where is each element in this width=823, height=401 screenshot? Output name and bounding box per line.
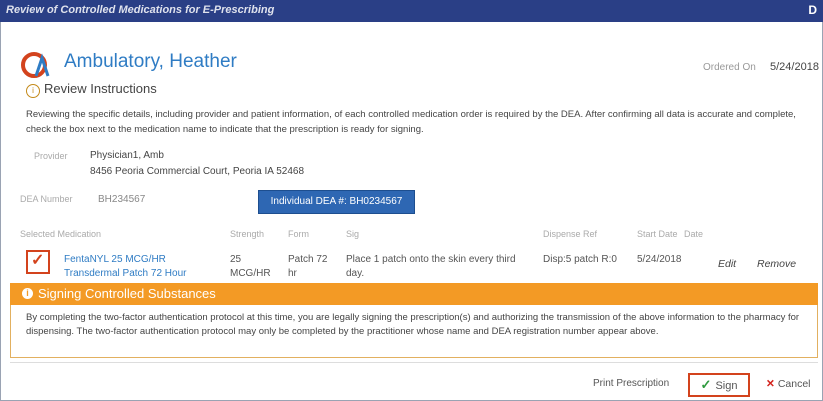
footer-divider (10, 362, 818, 363)
signing-header: i Signing Controlled Substances (10, 283, 818, 305)
medication-form: Patch 72 hr (288, 253, 327, 281)
medication-name-link[interactable]: FentaNYL 25 MCG/HR Transdermal Patch 72 … (64, 253, 186, 281)
print-prescription-link[interactable]: Print Prescription (593, 378, 669, 389)
medication-start-date: 5/24/2018 (637, 254, 682, 265)
column-header-form: Form (288, 229, 309, 239)
column-header-strength: Strength (230, 229, 265, 239)
signing-text: By completing the two-factor authenticat… (26, 312, 800, 337)
dea-number-value: BH234567 (98, 194, 146, 205)
window-title: Review of Controlled Medications for E-P… (6, 4, 275, 16)
title-bar: Review of Controlled Medications for E-P… (0, 0, 823, 22)
medication-select-checkbox[interactable]: ✓ (26, 250, 50, 274)
column-header-medication: Selected Medication (20, 229, 102, 239)
logo-icon (21, 52, 50, 78)
individual-dea-badge: Individual DEA #: BH0234567 (258, 190, 415, 214)
sign-button-label: Sign (715, 380, 738, 392)
form-line2: hr (288, 268, 297, 279)
ordered-on-label: Ordered On (703, 62, 756, 73)
medication-dispense: Disp:5 patch R:0 (543, 254, 617, 265)
review-instructions-title: Review Instructions (44, 81, 157, 96)
strength-value: 25 (230, 254, 242, 265)
checkmark-icon: ✓ (31, 252, 45, 269)
review-instructions-text: Reviewing the specific details, includin… (26, 109, 796, 135)
sig-line2: day. (346, 268, 365, 279)
sig-line1: Place 1 patch onto the skin every third (346, 254, 516, 265)
provider-name: Physician1, Amb (90, 150, 164, 161)
medication-name-line1: FentaNYL 25 MCG/HR (64, 254, 166, 265)
sign-button[interactable]: ✓ Sign (688, 373, 750, 397)
window-close-icon[interactable]: D (808, 3, 817, 17)
checkmark-icon: ✓ (700, 377, 712, 392)
column-header-dispense: Dispense Ref (543, 229, 598, 239)
column-header-date: Date (684, 229, 704, 239)
provider-label: Provider (34, 151, 68, 161)
cancel-button[interactable]: ✕ Cancel (766, 378, 811, 390)
remove-link[interactable]: Remove (757, 258, 796, 270)
cancel-label: Cancel (777, 378, 811, 390)
info-icon: i (26, 84, 40, 98)
column-header-sig: Sig (346, 229, 360, 239)
dea-number-label: DEA Number (20, 194, 73, 204)
medication-name-line2: Transdermal Patch 72 Hour (64, 268, 187, 279)
close-icon: ✕ (766, 378, 775, 390)
patient-name: Ambulatory, Heather (64, 51, 237, 72)
medication-strength: 25 MCG/HR (230, 253, 271, 281)
strength-unit: MCG/HR (230, 268, 271, 279)
provider-address: 8456 Peoria Commercial Court, Peoria IA … (90, 166, 305, 177)
column-header-start-date: Start Date (637, 229, 678, 239)
warning-icon: i (22, 288, 33, 299)
form-line1: Patch 72 (288, 254, 328, 265)
signing-title: Signing Controlled Substances (38, 286, 216, 301)
medication-sig: Place 1 patch onto the skin every third … (346, 253, 516, 281)
edit-link[interactable]: Edit (718, 258, 736, 270)
ordered-on-date: 5/24/2018 (770, 61, 819, 73)
